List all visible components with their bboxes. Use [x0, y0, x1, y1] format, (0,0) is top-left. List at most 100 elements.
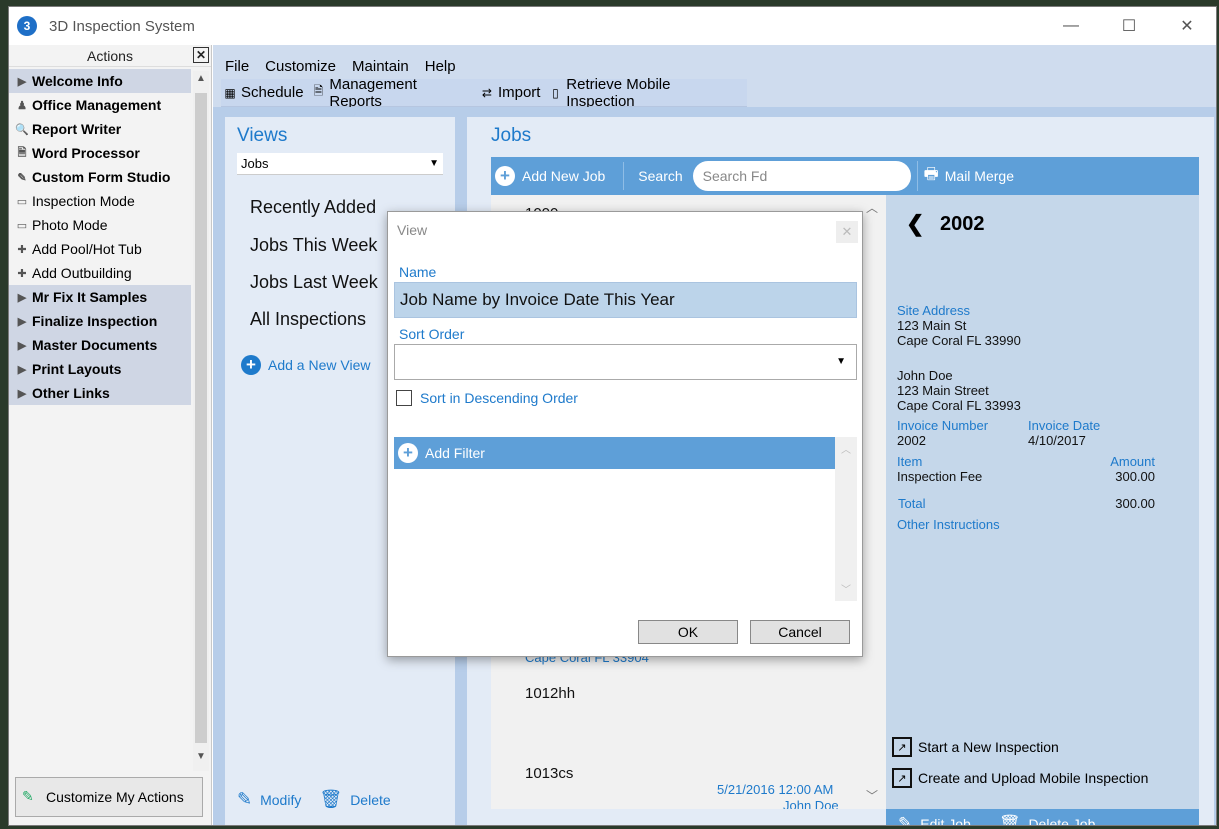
schedule-button[interactable]: ▦ Schedule [221, 84, 303, 101]
management-reports-label: Management Reports [329, 75, 417, 110]
action-item-label: Finalize Inspection [32, 313, 158, 329]
dialog-title: View [397, 222, 428, 238]
view-all-inspections[interactable]: All Inspections [250, 309, 366, 330]
view-dialog: View ✕ Name Job Name by Invoice Date Thi… [387, 211, 863, 657]
mail-merge-button[interactable]: 🖶 Mail Merge [916, 161, 1014, 191]
delete-view-button[interactable]: 🗑 Delete [319, 789, 390, 810]
view-recently-added[interactable]: Recently Added [250, 197, 376, 218]
job-row-1012hh[interactable]: 1012hh [525, 685, 575, 702]
invoice-date: 4/10/2017 [1028, 433, 1086, 448]
actions-scrollbar[interactable]: ▲ ▼ [193, 71, 209, 771]
close-window-button[interactable]: ✕ [1158, 7, 1216, 45]
amount-value: 300.00 [1115, 469, 1155, 484]
action-item-other-links[interactable]: ▶ Other Links [9, 381, 191, 405]
menu-customize[interactable]: Customize [265, 58, 336, 75]
expand-arrow-icon: ▶ [17, 75, 27, 88]
action-item-add-outbuilding[interactable]: ✚ Add Outbuilding [9, 261, 191, 285]
import-button[interactable]: ⇄ Import [478, 84, 541, 101]
sort-order-dropdown[interactable]: ▼ [394, 344, 857, 380]
create-upload-label: Create and Upload Mobile Inspection [918, 770, 1149, 786]
customize-icon: ✎ [22, 788, 34, 804]
back-chevron-icon[interactable]: ❮ [906, 211, 924, 237]
action-item-master-documents[interactable]: ▶ Master Documents [9, 333, 191, 357]
add-circle-icon: + [241, 355, 261, 375]
search-input[interactable]: Search Fd [692, 161, 911, 191]
monitor-icon: ▭ [16, 219, 28, 232]
customize-my-actions-button[interactable]: ✎ Customize My Actions [15, 777, 203, 817]
trash-icon: 🗑 [998, 814, 1021, 826]
chevron-up-icon[interactable]: ︿ [841, 441, 851, 456]
cancel-button[interactable]: Cancel [750, 620, 850, 644]
modify-view-button[interactable]: ✎ Modify [237, 789, 301, 810]
job-row-1013cs[interactable]: 1013cs [525, 765, 573, 782]
filter-scrollbar[interactable]: ︿ ﹀ [835, 437, 857, 601]
action-item-photo-mode[interactable]: ▭ Photo Mode [9, 213, 191, 237]
action-item-label: Mr Fix It Samples [32, 289, 148, 305]
chevron-down-icon[interactable]: ﹀ [841, 581, 851, 596]
minimize-button[interactable]: — [1042, 7, 1100, 45]
views-dropdown[interactable]: Jobs ▼ [237, 153, 443, 175]
action-item-label: Welcome Info [32, 73, 123, 89]
action-item-finalize-inspection[interactable]: ▶ Finalize Inspection [9, 309, 191, 333]
add-filter-button[interactable]: + Add Filter [394, 437, 835, 469]
descending-checkbox[interactable] [396, 390, 412, 406]
menu-maintain[interactable]: Maintain [352, 58, 409, 75]
action-item-print-layouts[interactable]: ▶ Print Layouts [9, 357, 191, 381]
menu-file[interactable]: File [225, 58, 249, 75]
maximize-button[interactable]: ☐ [1100, 7, 1158, 45]
plus-icon: ✚ [17, 243, 27, 256]
chevron-down-icon[interactable]: ﹀ [866, 787, 878, 804]
calendar-icon: ▦ [224, 85, 236, 100]
plus-icon: ✚ [17, 267, 27, 280]
action-item-inspection-mode[interactable]: ▭ Inspection Mode [9, 189, 191, 213]
expand-arrow-icon: ▶ [17, 315, 27, 328]
trash-icon: 🗑 [319, 789, 343, 809]
item-label: Item [897, 454, 923, 469]
menu-help[interactable]: Help [425, 58, 456, 75]
delete-job-button[interactable]: Delete Job [1028, 816, 1095, 825]
total-value: 300.00 [1115, 496, 1155, 511]
view-jobs-this-week[interactable]: Jobs This Week [250, 235, 377, 256]
close-actions-button[interactable]: ✕ [193, 47, 209, 63]
scroll-thumb[interactable] [195, 93, 207, 743]
add-new-view-label: Add a New View [268, 357, 371, 373]
views-dropdown-value: Jobs [241, 156, 269, 171]
scroll-down-icon[interactable]: ▼ [193, 751, 209, 767]
edit-job-button[interactable]: Edit Job [920, 816, 971, 825]
client-line2: Cape Coral FL 33993 [897, 398, 1021, 413]
monitor-icon: ▭ [16, 195, 28, 208]
add-new-job-button[interactable]: Add New Job [522, 168, 605, 184]
invoice-number-label: Invoice Number [897, 418, 989, 433]
view-jobs-last-week[interactable]: Jobs Last Week [250, 272, 378, 293]
action-item-mr-fix-it-samples[interactable]: ▶ Mr Fix It Samples [9, 285, 191, 309]
chevron-up-icon[interactable]: ︿ [866, 199, 878, 216]
action-item-word-processor[interactable]: 🗎 Word Processor [9, 141, 191, 165]
action-item-report-writer[interactable]: 🔍 Report Writer [9, 117, 191, 141]
mail-merge-label: Mail Merge [944, 168, 1014, 184]
action-item-welcome-info[interactable]: ▶ Welcome Info [9, 69, 191, 93]
create-upload-mobile-button[interactable]: ↗ Create and Upload Mobile Inspection [892, 768, 1148, 788]
site-line2: Cape Coral FL 33990 [897, 333, 1021, 348]
jobs-toolbar: + Add New Job Search Search Fd 🖶 Mail Me… [491, 157, 1199, 195]
action-item-office-management[interactable]: ♟ Office Management [9, 93, 191, 117]
action-item-label: Custom Form Studio [32, 169, 171, 185]
sort-order-label: Sort Order [399, 326, 465, 342]
close-icon[interactable]: ✕ [836, 221, 858, 243]
scroll-up-icon[interactable]: ▲ [193, 73, 209, 89]
action-item-add-pool-hot-tub[interactable]: ✚ Add Pool/Hot Tub [9, 237, 191, 261]
ok-button[interactable]: OK [638, 620, 738, 644]
action-item-custom-form-studio[interactable]: ✎ Custom Form Studio [9, 165, 191, 189]
action-item-label: Master Documents [32, 337, 158, 353]
retrieve-mobile-button[interactable]: ▯ Retrieve Mobile Inspection [546, 76, 741, 110]
add-new-view-button[interactable]: + Add a New View [241, 355, 370, 375]
action-item-label: Photo Mode [32, 217, 108, 233]
descending-option[interactable]: Sort in Descending Order [396, 390, 578, 406]
start-new-inspection-button[interactable]: ↗ Start a New Inspection [892, 737, 1059, 757]
name-label: Name [399, 264, 437, 280]
actions-header: Actions ✕ [9, 45, 211, 67]
share-icon: ↗ [892, 737, 912, 757]
other-instructions-link[interactable]: Other Instructions [897, 517, 1000, 532]
management-reports-button[interactable]: 🗎 Management Reports [310, 76, 472, 110]
name-field[interactable]: Job Name by Invoice Date This Year [394, 282, 857, 318]
action-item-label: Inspection Mode [32, 193, 135, 209]
